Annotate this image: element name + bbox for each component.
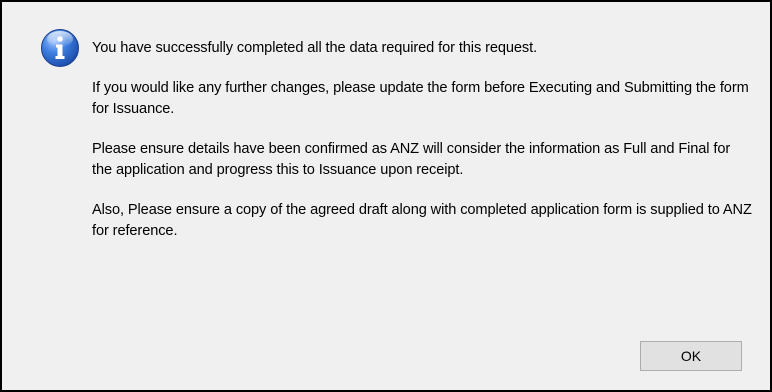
message-line-changes: If you would like any further changes, p… bbox=[92, 80, 749, 117]
information-icon bbox=[40, 28, 80, 68]
message-line-success: You have successfully completed all the … bbox=[92, 40, 538, 56]
message-dialog: You have successfully completed all the … bbox=[0, 0, 772, 392]
message-line-confirm: Please ensure details have been confirme… bbox=[92, 141, 731, 178]
message-text: You have successfully completed all the … bbox=[92, 38, 752, 242]
message-line-copy: Also, Please ensure a copy of the agreed… bbox=[92, 202, 752, 239]
button-bar: OK bbox=[2, 332, 770, 390]
ok-button[interactable]: OK bbox=[640, 341, 742, 371]
